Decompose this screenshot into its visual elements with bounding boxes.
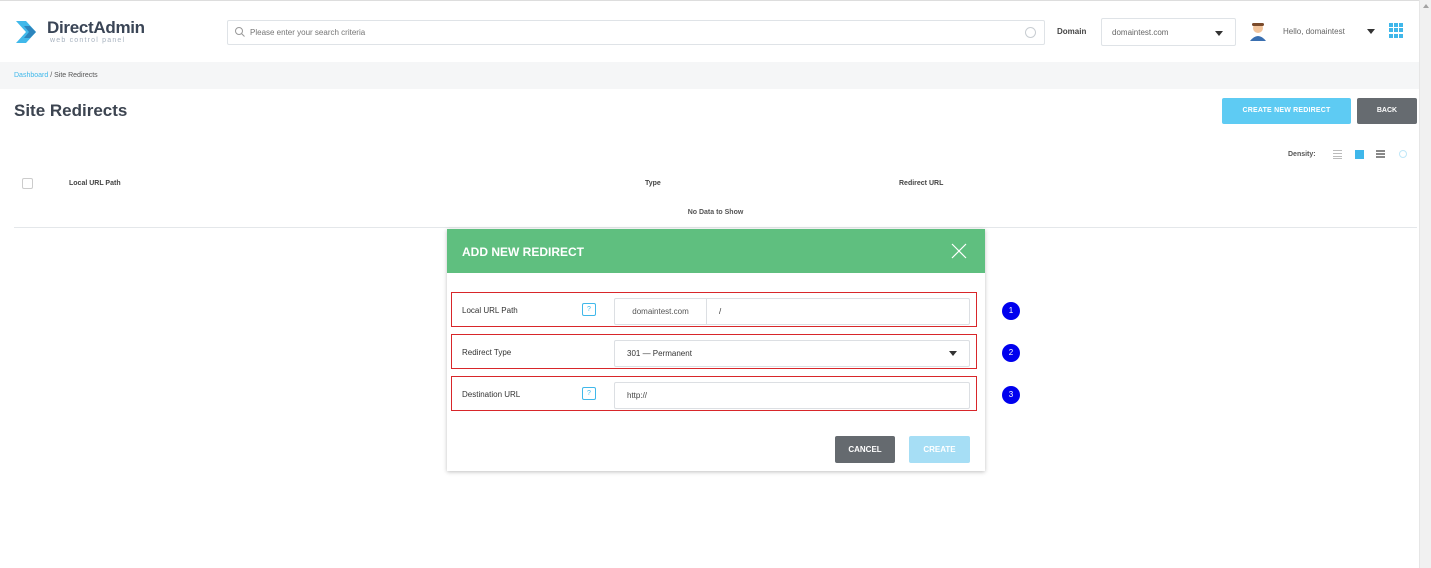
annotation-badge-2: 2 [1002, 344, 1020, 362]
table-divider [14, 227, 1417, 228]
density-label: Density: [1288, 151, 1316, 158]
column-header-local-url-path[interactable]: Local URL Path [69, 180, 121, 187]
logo-tagline: web control panel [50, 37, 126, 44]
dialog-title: ADD NEW REDIRECT [462, 245, 584, 259]
select-all-checkbox[interactable] [22, 178, 33, 189]
page-title: Site Redirects [14, 101, 128, 120]
local-url-path-value: / [719, 307, 722, 316]
user-greeting: Hello, [1283, 27, 1304, 36]
logo-chevron-icon [16, 21, 36, 43]
redirect-type-field: Redirect Type 301 — Permanent [451, 334, 977, 369]
logo-text: DirectAdmin [47, 18, 145, 37]
back-button[interactable]: BACK [1357, 98, 1417, 124]
domain-prefix: domaintest.com [615, 299, 707, 324]
density-normal-icon[interactable] [1355, 150, 1364, 159]
create-button[interactable]: CREATE [909, 436, 970, 463]
cancel-button[interactable]: CANCEL [835, 436, 895, 463]
user-menu-label[interactable]: Hello, domaintest [1283, 27, 1345, 36]
domain-select[interactable]: domaintest.com [1101, 18, 1236, 46]
close-icon[interactable] [951, 243, 967, 259]
user-menu-chevron-icon[interactable] [1367, 29, 1375, 34]
domain-select-value: domaintest.com [1112, 28, 1169, 37]
breadcrumb: Dashboard / Site Redirects [14, 72, 98, 79]
help-icon[interactable]: ? [582, 303, 596, 316]
create-new-redirect-button[interactable]: CREATE NEW REDIRECT [1222, 98, 1351, 124]
destination-url-value: http:// [627, 391, 648, 400]
page-scrollbar[interactable] [1419, 0, 1431, 568]
apps-grid-icon[interactable] [1389, 23, 1404, 38]
breadcrumb-current: Site Redirects [54, 72, 98, 79]
redirect-type-select[interactable]: 301 — Permanent [614, 340, 970, 367]
local-url-path-label: Local URL Path [462, 306, 518, 315]
directadmin-logo[interactable]: DirectAdmin web control panel [14, 15, 164, 49]
destination-url-input[interactable]: http:// [614, 382, 970, 409]
chevron-down-icon [949, 351, 957, 356]
no-data-message: No Data to Show [687, 209, 744, 216]
clear-search-icon[interactable] [1025, 27, 1036, 38]
add-redirect-dialog: ADD NEW REDIRECT Local URL Path ? domain… [447, 229, 985, 471]
search-icon [235, 27, 245, 37]
destination-url-label: Destination URL [462, 390, 521, 399]
user-avatar-icon[interactable] [1249, 21, 1267, 41]
column-header-type[interactable]: Type [645, 180, 661, 187]
refresh-icon[interactable] [1399, 150, 1407, 158]
search-input[interactable] [250, 24, 1030, 41]
scroll-up-arrow-icon[interactable] [1423, 4, 1429, 8]
search-box[interactable] [227, 20, 1045, 45]
redirect-type-label: Redirect Type [462, 348, 512, 357]
redirect-type-value: 301 — Permanent [627, 349, 692, 358]
density-compact-icon[interactable] [1333, 150, 1342, 159]
column-header-redirect-url[interactable]: Redirect URL [899, 180, 943, 187]
density-comfortable-icon[interactable] [1376, 150, 1385, 159]
annotation-badge-1: 1 [1002, 302, 1020, 320]
chevron-down-icon [1215, 31, 1223, 36]
domain-label: Domain [1057, 27, 1087, 36]
user-name: domaintest [1305, 27, 1345, 36]
annotation-badge-3: 3 [1002, 386, 1020, 404]
destination-url-field: Destination URL ? http:// [451, 376, 977, 411]
local-url-path-input[interactable]: domaintest.com / [614, 298, 970, 325]
top-header: DirectAdmin web control panel Domain dom… [0, 0, 1419, 62]
breadcrumb-dashboard-link[interactable]: Dashboard [14, 72, 48, 79]
local-url-path-field: Local URL Path ? domaintest.com / [451, 292, 977, 327]
dialog-header: ADD NEW REDIRECT [447, 229, 985, 273]
breadcrumb-bar: Dashboard / Site Redirects [0, 62, 1419, 89]
help-icon[interactable]: ? [582, 387, 596, 400]
